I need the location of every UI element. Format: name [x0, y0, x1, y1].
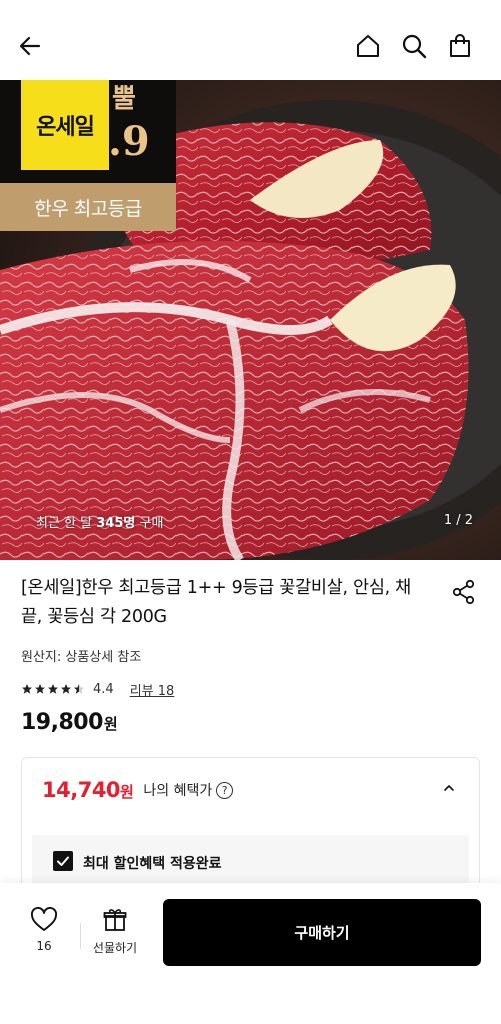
product-title: [온세일]한우 최고등급 1++ 9등급 꽃갈비살, 안심, 채끝, 꽃등심 각… — [21, 578, 411, 627]
image-page-indicator: 1 / 2 — [443, 513, 473, 528]
rating-row: 4.4 리뷰 18 — [21, 679, 174, 699]
bottom-action-bar: 16 선물하기 구매하기 — [0, 883, 501, 1024]
arrow-left-icon — [19, 36, 41, 56]
promo-badge-price-bottom: .9 — [108, 118, 150, 165]
home-icon — [357, 35, 379, 57]
bottom-divider — [80, 923, 81, 949]
gift-icon — [103, 909, 127, 931]
sale-badge: 온세일 — [21, 80, 109, 170]
benefit-panel: 14,740원 나의 혜택가 ? 최대 할인혜택 적용완료 — [21, 757, 480, 897]
help-icon[interactable]: ? — [216, 781, 234, 799]
buy-button[interactable]: 구매하기 — [163, 899, 481, 966]
like-count: 16 — [36, 939, 52, 953]
origin-info: 원산지: 상품상세 참조 — [21, 650, 142, 665]
product-price: 19,800원 — [21, 710, 118, 735]
caption-suffix: 구매 — [135, 516, 164, 531]
star-rating — [21, 683, 85, 695]
promo-badge-price: 뿔 .9 — [108, 86, 176, 176]
collapse-button[interactable] — [441, 780, 457, 796]
star-icon — [61, 684, 71, 694]
benefit-price-unit: 원 — [120, 783, 134, 801]
half-star-icon — [74, 684, 84, 694]
search-button[interactable] — [398, 30, 430, 62]
max-discount-label: 최대 할인혜택 적용완료 — [83, 856, 222, 872]
top-bar — [0, 0, 501, 80]
home-button[interactable] — [352, 30, 384, 62]
product-image-carousel[interactable]: 뿔 .9 온세일 한우 최고등급 최근 한 달 345명 구매 1 / 2 — [0, 80, 501, 560]
star-icon — [22, 684, 32, 694]
check-icon — [57, 856, 69, 866]
benefit-header: 14,740원 나의 혜택가 ? — [42, 776, 234, 804]
benefit-label: 나의 혜택가 — [143, 783, 213, 799]
benefit-price-value: 14,740 — [42, 778, 121, 802]
chevron-up-icon — [444, 785, 454, 791]
heart-icon — [31, 907, 57, 931]
rating-value: 4.4 — [93, 681, 114, 697]
share-button[interactable] — [450, 578, 478, 606]
benefit-price: 14,740원 — [42, 778, 134, 802]
shopping-bag-icon — [450, 34, 470, 57]
caption-count: 345명 — [96, 516, 136, 531]
cart-button[interactable] — [444, 30, 476, 62]
star-icon — [35, 684, 45, 694]
like-button[interactable]: 16 — [22, 907, 66, 963]
star-icon — [48, 684, 58, 694]
back-button[interactable] — [14, 30, 46, 62]
gift-label: 선물하기 — [92, 941, 138, 955]
grade-badge: 한우 최고등급 — [0, 183, 176, 231]
gift-button[interactable]: 선물하기 — [86, 907, 144, 963]
purchase-count-caption: 최근 한 달 345명 구매 — [36, 512, 163, 531]
price-value: 19,800 — [21, 710, 103, 735]
promo-badge-price-top: 뿔 — [112, 84, 136, 114]
share-icon — [452, 579, 475, 605]
review-link[interactable]: 리뷰 18 — [130, 680, 175, 699]
max-discount-checkbox[interactable] — [53, 851, 73, 871]
search-icon — [402, 34, 427, 59]
caption-prefix: 최근 한 달 — [36, 516, 97, 531]
price-unit: 원 — [103, 715, 118, 733]
